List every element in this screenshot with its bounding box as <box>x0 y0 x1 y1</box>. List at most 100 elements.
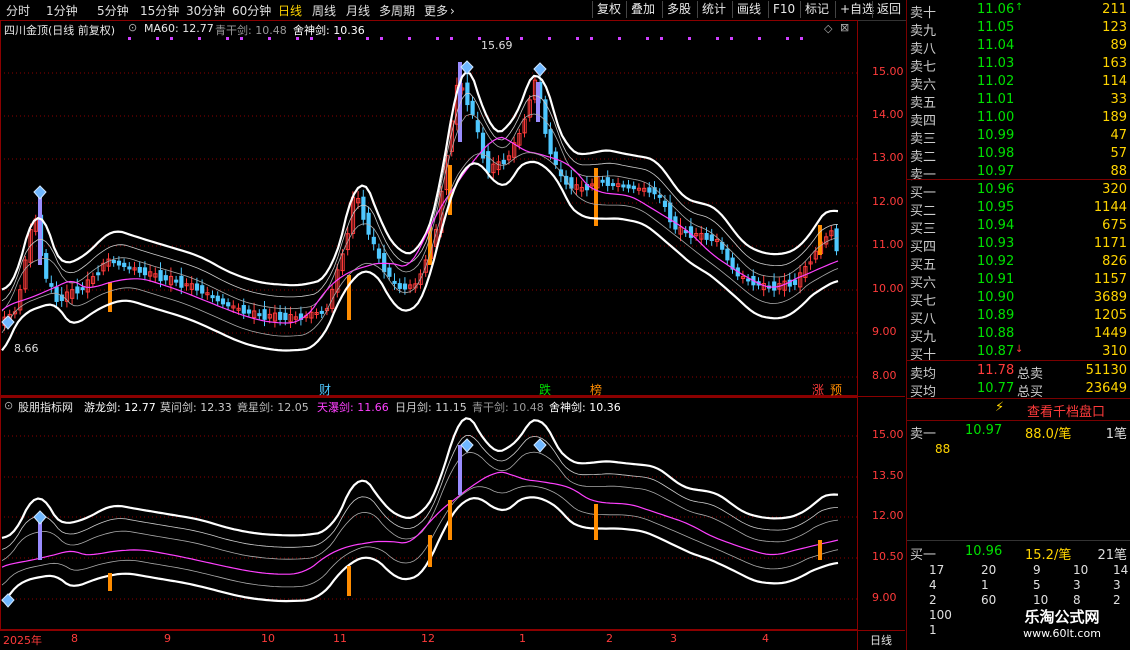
draw-line-button[interactable]: 画线 <box>732 1 765 18</box>
close-icon[interactable]: ⊠ <box>840 21 849 34</box>
candle-body <box>174 279 179 283</box>
jingxing-value: 竟星剑: 12.05 <box>237 401 309 414</box>
ask-row[interactable]: 卖二 10.98 57 <box>907 145 1130 165</box>
bid-row[interactable]: 买五 10.92 826 <box>907 253 1130 273</box>
bid-price: 10.90 <box>977 290 1015 305</box>
ask-row[interactable]: 卖三 10.99 47 <box>907 127 1130 147</box>
ask-volume: 114 <box>1102 74 1127 89</box>
bid-row[interactable]: 买四 10.93 1171 <box>907 235 1130 255</box>
signal-zhang: 涨 <box>812 383 825 397</box>
time-label: 1 <box>519 632 526 645</box>
f10-button[interactable]: F10 <box>768 1 799 18</box>
bid-row[interactable]: 买九 10.88 1449 <box>907 325 1130 345</box>
kline-chart[interactable] <box>0 20 905 650</box>
period-tab-daily[interactable]: 日线 <box>278 2 302 19</box>
ask-row[interactable]: 卖四 11.00 189 <box>907 109 1130 129</box>
bid-volume: 1144 <box>1093 200 1127 215</box>
total-sell-value: 51130 <box>1085 363 1127 378</box>
diamond-icon[interactable]: ◇ <box>824 22 832 35</box>
lower-band <box>1 160 839 352</box>
signal-dot <box>716 37 719 40</box>
candle-body <box>226 302 231 307</box>
candle-body <box>647 187 652 193</box>
indicator-toggle-icon[interactable]: ⊙ <box>128 21 137 34</box>
candle-body <box>278 311 283 320</box>
ask-volume: 33 <box>1110 92 1127 107</box>
period-tab-15min[interactable]: 15分钟 <box>140 2 179 19</box>
candle-body <box>470 100 475 115</box>
bid-row[interactable]: 买一 10.96 320 <box>907 181 1130 201</box>
chart-area[interactable]: 四川金顶(日线 前复权) ⊙ MA60: 12.77 青干剑: 10.48 舍神… <box>0 20 905 650</box>
signal-dot <box>128 37 131 40</box>
flag-arrow-icon: ↓ <box>1015 344 1024 355</box>
period-tab-fenshi[interactable]: 分时 <box>6 2 30 19</box>
bid-row[interactable]: 买三 10.94 675 <box>907 217 1130 237</box>
ask-price: 11.03 <box>977 56 1015 71</box>
candle-body <box>772 281 777 291</box>
candle-body <box>475 120 480 133</box>
candle-body <box>210 295 215 299</box>
period-tab-30min[interactable]: 30分钟 <box>186 2 225 19</box>
candle-body <box>725 248 730 261</box>
ask-volume: 189 <box>1102 110 1127 125</box>
period-tab-more[interactable]: 更多 › <box>424 2 455 19</box>
ask-price: 11.04 <box>977 38 1015 53</box>
bid-volume: 1205 <box>1093 308 1127 323</box>
bid-price: 10.87 <box>977 344 1015 359</box>
period-tab-multi[interactable]: 多周期 <box>379 2 415 19</box>
view-depth-button[interactable]: 查看千档盘口 <box>1027 401 1105 420</box>
period-label[interactable]: 日线 <box>870 632 892 648</box>
sell1-detail-qty: 88.0/笔 <box>1025 427 1072 442</box>
ask-price: 11.00 <box>977 110 1015 125</box>
lower-toggle-icon[interactable]: ⊙ <box>4 399 13 412</box>
ask-row[interactable]: 卖六 11.02 114 <box>907 73 1130 93</box>
candle-body <box>605 177 610 186</box>
watermark-url: www.60lt.com <box>1023 627 1101 640</box>
buy1-detail-count: 21笔 <box>1097 548 1127 563</box>
ask-volume: 88 <box>1110 164 1127 179</box>
ask-row[interactable]: 卖五 11.01 33 <box>907 91 1130 111</box>
fuquan-button[interactable]: 复权 <box>592 1 625 18</box>
ask-row[interactable]: 卖八 11.04 89 <box>907 37 1130 57</box>
overlay-button[interactable]: 叠加 <box>626 1 659 18</box>
ask-price: 10.99 <box>977 128 1015 143</box>
candle-body <box>610 183 616 187</box>
ask-row[interactable]: 卖七 11.03 163 <box>907 55 1130 75</box>
ask-row[interactable]: 卖九 11.05 123 <box>907 19 1130 39</box>
time-label: 8 <box>71 632 78 645</box>
ask-row[interactable]: 卖十 11.06 ↑ 211 <box>907 1 1130 21</box>
y-label-lower: 10.50 <box>872 550 904 563</box>
period-tab-monthly[interactable]: 月线 <box>346 2 370 19</box>
bid-row[interactable]: 买二 10.95 1144 <box>907 199 1130 219</box>
candle-body <box>397 283 402 289</box>
candle-body <box>75 286 80 294</box>
bid-row[interactable]: 买七 10.90 3689 <box>907 289 1130 309</box>
back-button[interactable]: 返回 <box>872 1 905 18</box>
bid-row[interactable]: 买十 10.87 ↓ 310 <box>907 343 1130 363</box>
period-tab-1min[interactable]: 1分钟 <box>46 2 78 19</box>
avg-buy-row: 买均 10.77 总买 23649 <box>907 380 1130 400</box>
bid-volume: 3689 <box>1093 290 1127 305</box>
candle-body <box>49 283 54 287</box>
period-tab-5min[interactable]: 5分钟 <box>97 2 129 19</box>
multi-stock-button[interactable]: 多股 <box>662 1 695 18</box>
bid-row[interactable]: 买八 10.89 1205 <box>907 307 1130 327</box>
period-tab-60min[interactable]: 60分钟 <box>232 2 271 19</box>
signal-dot <box>366 37 369 40</box>
bid-price: 10.89 <box>977 308 1015 323</box>
signal-dot <box>590 37 593 40</box>
bid-row[interactable]: 买六 10.91 1157 <box>907 271 1130 291</box>
candle-body <box>220 298 226 305</box>
candle-body <box>387 267 392 277</box>
bid-volume: 1171 <box>1093 236 1127 251</box>
riyue-value: 日月剑: 11.15 <box>395 401 467 414</box>
bid-volume: 320 <box>1102 182 1127 197</box>
order-qty: 10 <box>1073 563 1089 577</box>
ask-price: 11.02 <box>977 74 1015 89</box>
stats-button[interactable]: 统计 <box>697 1 730 18</box>
period-tab-weekly[interactable]: 周线 <box>312 2 336 19</box>
candle-body <box>96 272 101 276</box>
mark-button[interactable]: 标记 <box>800 1 833 18</box>
diamond-marker-icon <box>33 185 47 200</box>
ask-volume: 163 <box>1102 56 1127 71</box>
